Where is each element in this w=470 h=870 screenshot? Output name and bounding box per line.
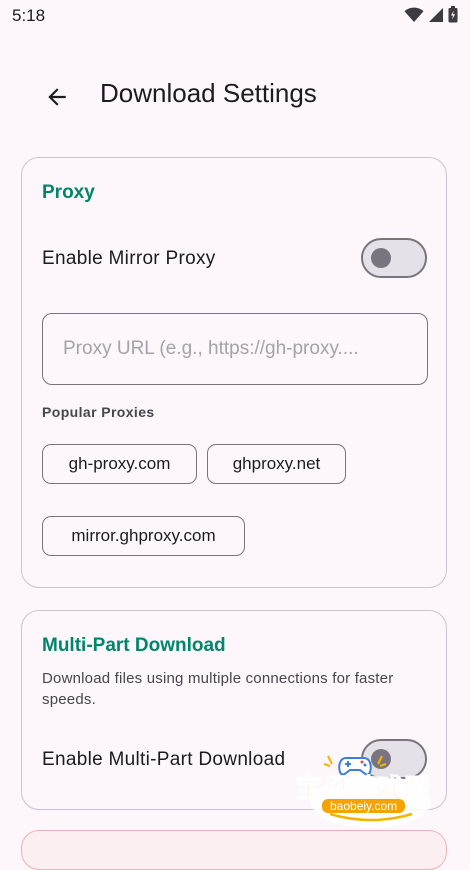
chip-ghproxy-net[interactable]: ghproxy.net	[207, 444, 346, 484]
multipart-section-title: Multi-Part Download	[42, 635, 226, 656]
chip-gh-proxy[interactable]: gh-proxy.com	[42, 444, 197, 484]
mirror-proxy-toggle[interactable]	[361, 238, 427, 278]
watermark-logo: 宝贝游戏网 baobeiy.com	[294, 744, 440, 830]
page-title: Download Settings	[100, 78, 317, 108]
status-time: 5:18	[12, 6, 46, 25]
proxy-section-title: Proxy	[42, 182, 95, 203]
multipart-description: Download files using multiple connection…	[42, 670, 394, 708]
mirror-proxy-label: Enable Mirror Proxy	[42, 248, 216, 269]
arrow-left-icon	[48, 88, 66, 106]
proxy-card: Proxy Enable Mirror Proxy Popular Proxie…	[21, 157, 447, 588]
status-bar: 5:18	[0, 0, 470, 32]
popular-proxies-label: Popular Proxies	[42, 404, 155, 420]
watermark-domain: baobeiy.com	[322, 799, 406, 813]
status-icons	[404, 6, 458, 23]
multipart-label: Enable Multi-Part Download	[42, 749, 286, 770]
proxy-url-input[interactable]	[42, 313, 428, 385]
battery-icon	[448, 6, 458, 23]
toggle-thumb	[371, 248, 391, 268]
signal-icon	[429, 7, 443, 22]
app-bar: Download Settings	[0, 62, 470, 130]
wifi-icon	[404, 7, 424, 22]
chip-mirror-ghproxy[interactable]: mirror.ghproxy.com	[42, 516, 245, 556]
back-button[interactable]	[34, 74, 80, 120]
next-card	[21, 830, 447, 870]
